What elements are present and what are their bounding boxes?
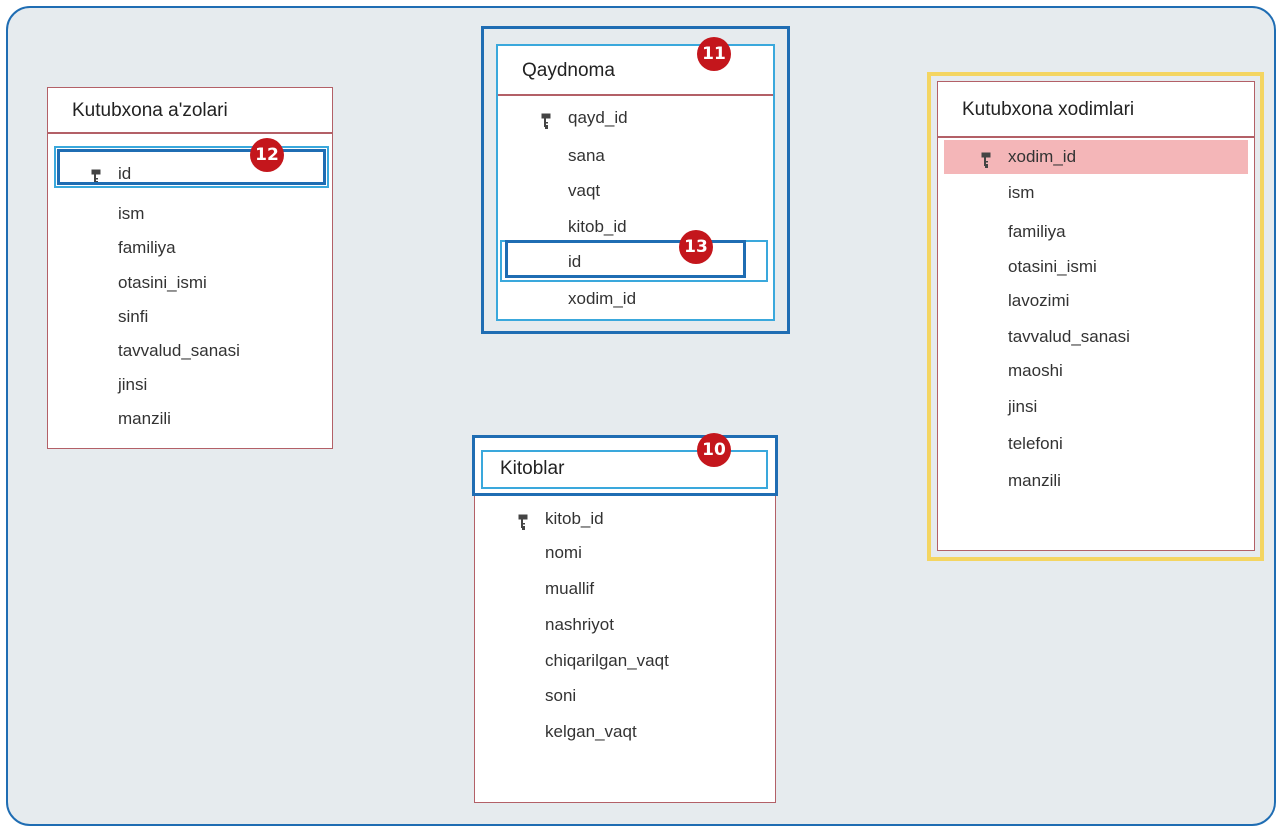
field-label: xodim_id — [1008, 147, 1077, 166]
field-label: sinfi — [118, 307, 149, 326]
field-row[interactable]: tavvalud_sanasi — [48, 334, 332, 368]
field-label: id — [568, 252, 582, 271]
field-row[interactable]: telefoni — [938, 427, 1254, 461]
field-row[interactable]: nomi — [475, 536, 775, 570]
field-label: soni — [545, 686, 577, 705]
field-label: maoshi — [1008, 361, 1063, 380]
field-label: nomi — [545, 543, 582, 562]
field-row[interactable]: tavvalud_sanasi — [938, 320, 1254, 354]
field-label: otasini_ismi — [1008, 257, 1097, 276]
callout-badge-13: 13 — [679, 230, 713, 264]
field-label: otasini_ismi — [118, 273, 207, 292]
callout-badge-12: 12 — [250, 138, 284, 172]
field-row[interactable]: kitob_id — [475, 502, 775, 536]
field-label: ism — [118, 204, 145, 223]
field-label: jinsi — [118, 375, 148, 394]
field-row[interactable]: otasini_ismi — [938, 250, 1254, 284]
field-row[interactable]: lavozimi — [938, 284, 1254, 318]
field-row[interactable]: ism — [48, 197, 332, 231]
field-row[interactable]: manzili — [938, 464, 1254, 498]
field-label: kitob_id — [568, 217, 627, 236]
field-row[interactable]: muallif — [475, 572, 775, 606]
field-label: lavozimi — [1008, 291, 1070, 310]
field-row[interactable]: kitob_id — [498, 210, 773, 244]
primary-key-icon — [91, 165, 101, 185]
field-label: familiya — [118, 238, 176, 257]
table-title[interactable]: Kutubxona xodimlari — [938, 82, 1254, 138]
field-label: id — [118, 164, 132, 183]
field-row[interactable]: sana — [498, 139, 773, 173]
field-row[interactable]: jinsi — [938, 390, 1254, 424]
field-label: familiya — [1008, 222, 1066, 241]
table-title[interactable]: Qaydnoma — [498, 46, 773, 96]
field-row[interactable]: sinfi — [48, 300, 332, 334]
field-row[interactable]: id — [48, 157, 332, 191]
field-row[interactable]: otasini_ismi — [48, 266, 332, 300]
field-row[interactable]: qayd_id — [498, 101, 773, 135]
primary-key-icon — [541, 109, 551, 129]
field-row[interactable]: manzili — [48, 402, 332, 436]
field-row[interactable]: id — [498, 245, 773, 279]
field-row-selected[interactable]: xodim_id — [944, 140, 1248, 174]
field-row[interactable]: nashriyot — [475, 608, 775, 642]
field-label: kitob_id — [545, 509, 604, 528]
field-label: muallif — [545, 579, 595, 598]
field-label: nashriyot — [545, 615, 614, 634]
callout-badge-10: 10 — [697, 433, 731, 467]
table-qaydnoma[interactable]: Qaydnoma qayd_id sana vaqt kitob_id id x… — [496, 44, 775, 321]
field-row[interactable]: maoshi — [938, 354, 1254, 388]
field-label: tavvalud_sanasi — [1008, 327, 1130, 346]
field-row[interactable]: ism — [938, 176, 1254, 210]
field-label: xodim_id — [568, 289, 637, 308]
table-kutubxona-xodimlari[interactable]: Kutubxona xodimlari xodim_id ism familiy… — [937, 81, 1255, 551]
primary-key-icon — [518, 510, 528, 530]
field-label: ism — [1008, 183, 1035, 202]
field-label: manzili — [118, 409, 171, 428]
table-kutubxona-azolari[interactable]: Kutubxona a'zolari id ism familiya otasi… — [47, 87, 333, 449]
field-label: jinsi — [1008, 397, 1038, 416]
field-label: sana — [568, 146, 605, 165]
field-row[interactable]: familiya — [938, 215, 1254, 249]
field-label: telefoni — [1008, 434, 1063, 453]
table-title[interactable]: Kitoblar — [500, 452, 564, 486]
field-row[interactable]: vaqt — [498, 174, 773, 208]
field-label: qayd_id — [568, 108, 628, 127]
field-row[interactable]: familiya — [48, 231, 332, 265]
field-row[interactable]: xodim_id — [498, 282, 773, 316]
field-row[interactable]: soni — [475, 679, 775, 713]
primary-key-icon — [981, 148, 991, 168]
field-row[interactable]: kelgan_vaqt — [475, 715, 775, 749]
field-label: kelgan_vaqt — [545, 722, 637, 741]
field-row[interactable]: chiqarilgan_vaqt — [475, 644, 775, 678]
field-row[interactable]: jinsi — [48, 368, 332, 402]
table-title[interactable]: Kutubxona a'zolari — [48, 88, 332, 134]
field-label: vaqt — [568, 181, 601, 200]
field-label: manzili — [1008, 471, 1061, 490]
callout-badge-11: 11 — [697, 37, 731, 71]
table-kitoblar[interactable]: kitob_id nomi muallif nashriyot chiqaril… — [474, 435, 776, 803]
field-label: tavvalud_sanasi — [118, 341, 240, 360]
field-label: chiqarilgan_vaqt — [545, 651, 669, 670]
